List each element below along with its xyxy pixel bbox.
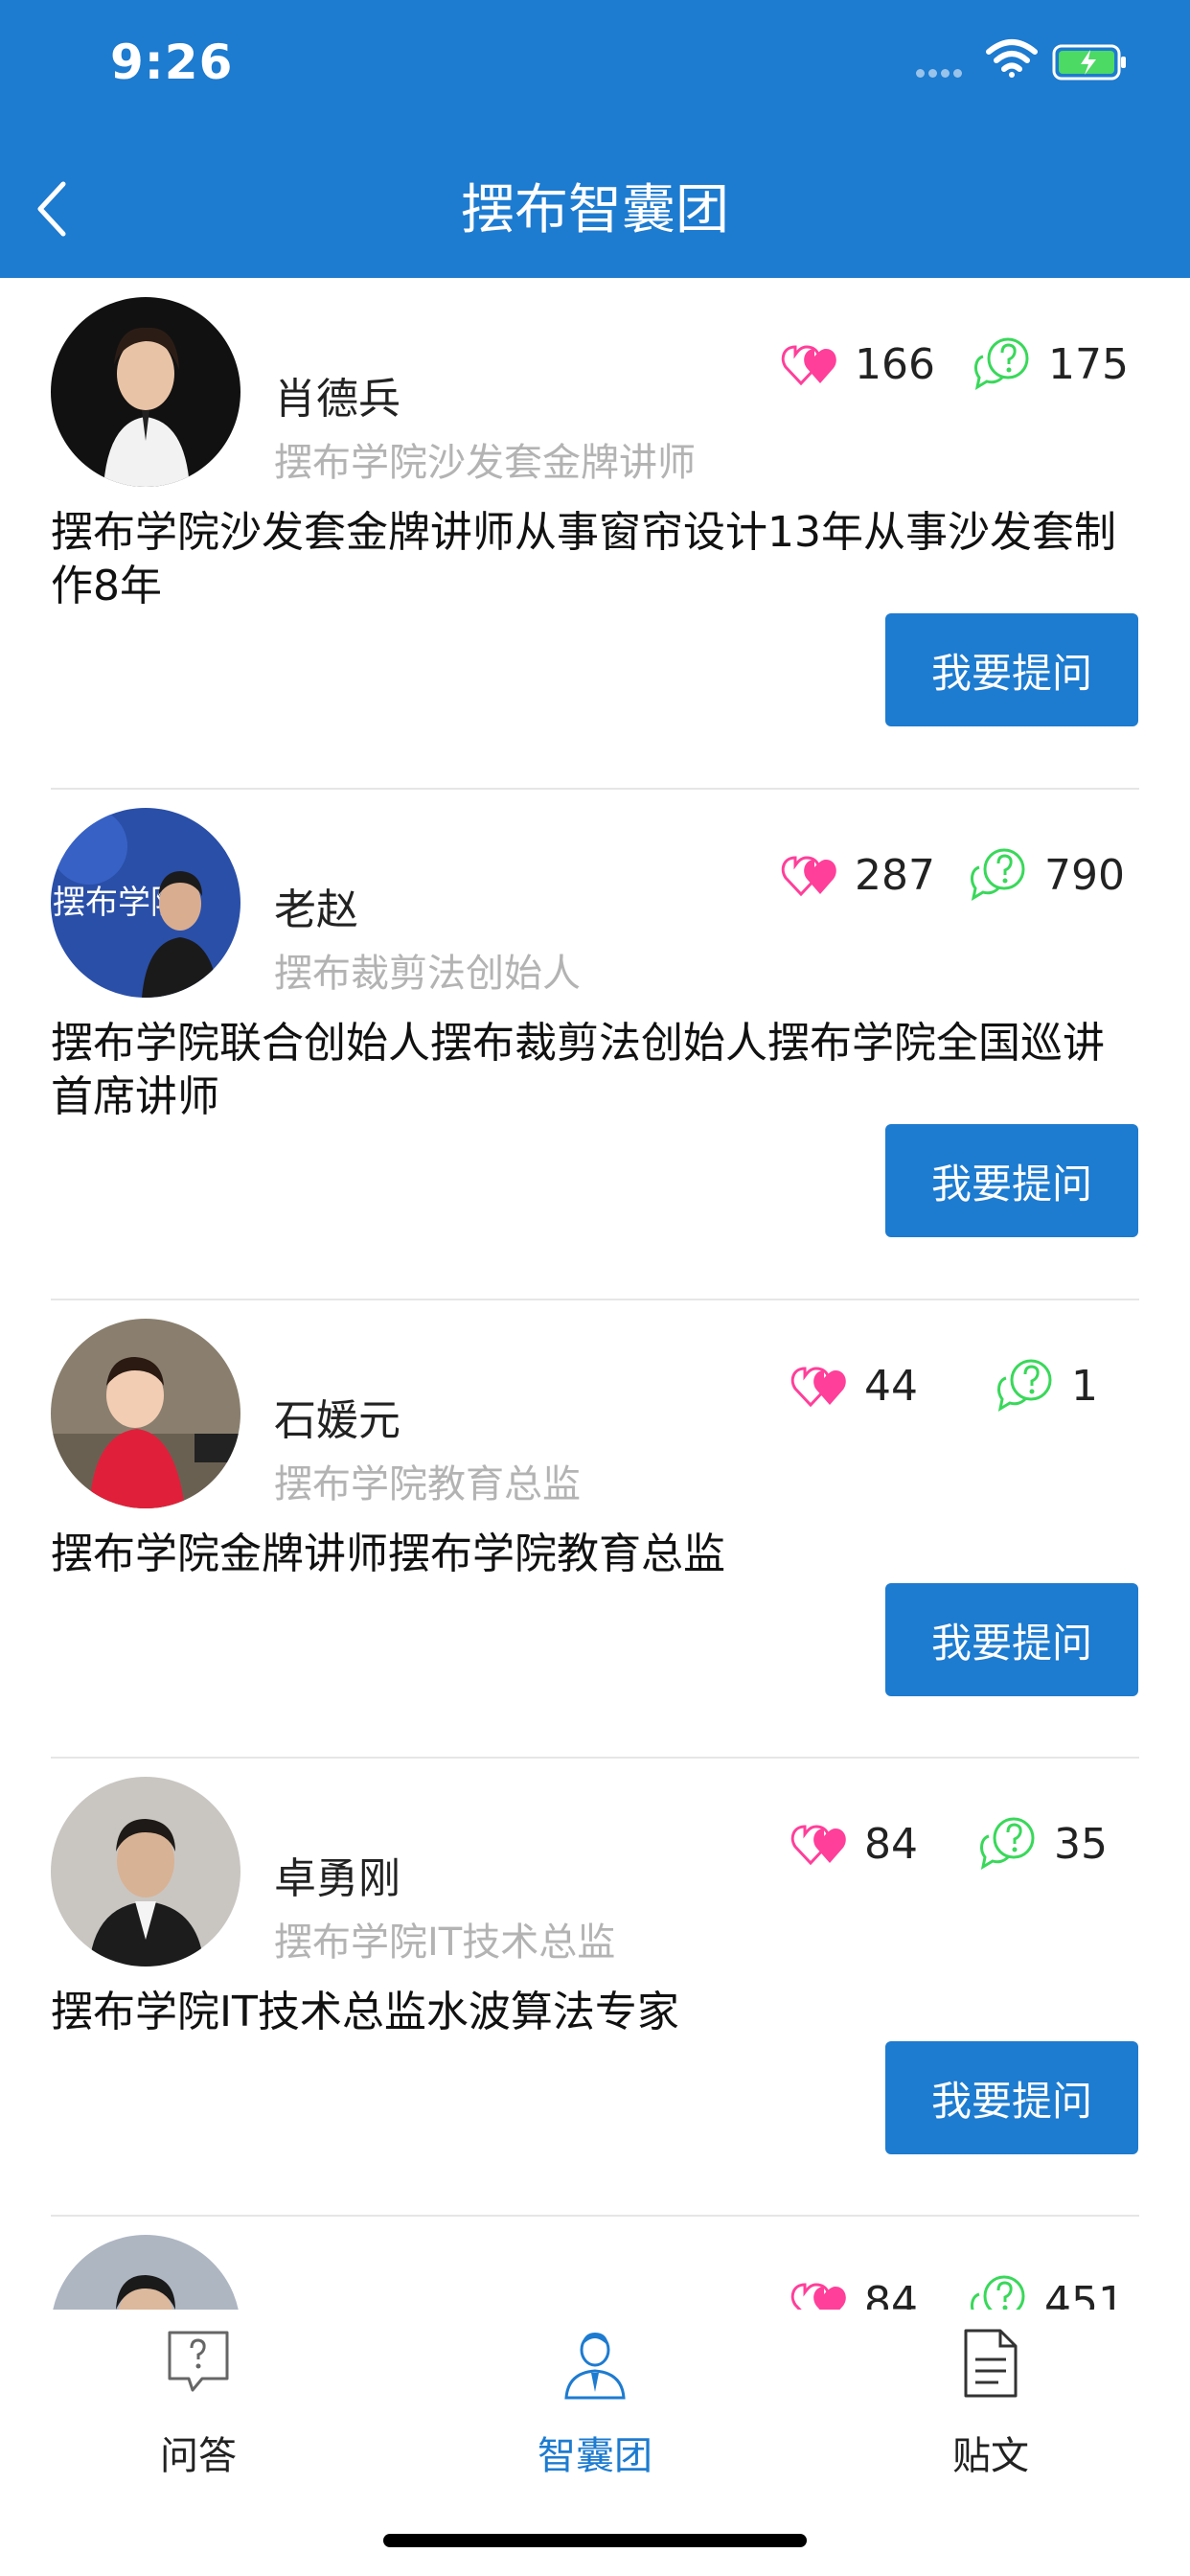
- question-bubble-icon: [971, 2275, 1025, 2310]
- answers-count: 790: [1044, 850, 1125, 900]
- likes-count: 44: [864, 1361, 918, 1411]
- home-indicator: [383, 2534, 807, 2547]
- answers-stat[interactable]: 35: [975, 1815, 1108, 1873]
- tab-think-tank[interactable]: 智囊团: [480, 2310, 710, 2480]
- question-bubble-icon: [974, 337, 1029, 391]
- likes-stat[interactable]: 84: [786, 2273, 918, 2310]
- likes-count: 287: [855, 850, 935, 900]
- expert-card: 肖德兵 摆布学院沙发套金牌讲师 166 175 摆布学院沙发套金牌讲师从事窗帘设…: [0, 278, 1190, 790]
- avatar: [51, 2235, 240, 2310]
- answers-stat[interactable]: 1: [993, 1357, 1098, 1414]
- tab-label: 智囊团: [538, 2434, 652, 2478]
- answers-count: 175: [1048, 339, 1129, 389]
- heart-icon: [790, 2283, 846, 2310]
- wifi-icon: [986, 39, 1038, 78]
- answers-count: 451: [1044, 2277, 1125, 2311]
- tab-label: 贴文: [952, 2434, 1029, 2478]
- ask-question-button[interactable]: 我要提问: [885, 1124, 1138, 1237]
- answers-count: 35: [1054, 1819, 1108, 1869]
- heart-icon: [781, 345, 836, 386]
- expert-subtitle: 摆布学院沙发套金牌讲师: [274, 441, 696, 485]
- answers-stat[interactable]: 175: [970, 335, 1129, 393]
- expert-description: 摆布学院沙发套金牌讲师从事窗帘设计13年从事沙发套制作8年: [51, 508, 1116, 610]
- expert-subtitle: 摆布学院IT技术总监: [274, 1920, 616, 1965]
- ask-question-button[interactable]: 我要提问: [885, 2041, 1138, 2154]
- expert-card: 杨程 84 451: [0, 2216, 1190, 2310]
- status-time: 9:26: [110, 34, 234, 90]
- expert-card: 卓勇刚 摆布学院IT技术总监 84 35 摆布学院IT技术总监水波算法专家 我要…: [0, 1758, 1190, 2217]
- expert-name: 杨程: [274, 2302, 358, 2310]
- expert-name: 石媛元: [274, 1396, 400, 1445]
- likes-count: 84: [864, 1819, 918, 1869]
- expert-subtitle: 摆布裁剪法创始人: [274, 952, 581, 996]
- heart-icon: [781, 856, 836, 897]
- likes-stat[interactable]: 166: [776, 335, 935, 393]
- think-tank-icon: [564, 2333, 626, 2400]
- answers-count: 1: [1071, 1361, 1098, 1411]
- nav-header: 9:26 摆布智囊团: [0, 0, 1190, 278]
- avatar: 摆布学院: [51, 808, 240, 998]
- likes-stat[interactable]: 44: [786, 1357, 918, 1414]
- answers-stat[interactable]: 790: [966, 846, 1125, 904]
- answers-stat[interactable]: 451: [966, 2273, 1125, 2310]
- heart-icon: [790, 1367, 846, 1408]
- tab-post[interactable]: 贴文: [876, 2310, 1106, 2480]
- expert-name: 老赵: [274, 886, 358, 934]
- battery-icon: [1052, 44, 1126, 80]
- expert-list[interactable]: 肖德兵 摆布学院沙发套金牌讲师 166 175 摆布学院沙发套金牌讲师从事窗帘设…: [0, 278, 1190, 2310]
- likes-count: 166: [855, 339, 935, 389]
- question-bubble-icon: [971, 848, 1025, 902]
- expert-name: 肖德兵: [274, 375, 400, 424]
- expert-card: 石媛元 摆布学院教育总监 44 1 摆布学院金牌讲师摆布学院教育总监 我要提问: [0, 1300, 1190, 1759]
- question-bubble-icon: [997, 1359, 1052, 1413]
- likes-count: 84: [864, 2277, 918, 2311]
- question-bubble-icon: [980, 1817, 1035, 1871]
- ask-question-button[interactable]: 我要提问: [885, 1583, 1138, 1696]
- avatar: [51, 1319, 240, 1508]
- avatar: [51, 297, 240, 487]
- expert-card: 摆布学院 老赵 摆布裁剪法创始人 287 790 摆布学院联合创始人摆布裁剪法创…: [0, 789, 1190, 1300]
- expert-description: 摆布学院IT技术总监水波算法专家: [51, 1988, 679, 2036]
- likes-stat[interactable]: 84: [786, 1815, 918, 1873]
- likes-stat[interactable]: 287: [776, 846, 935, 904]
- expert-description: 摆布学院联合创始人摆布裁剪法创始人摆布学院全国巡讲首席讲师: [51, 1019, 1105, 1121]
- expert-subtitle: 摆布学院教育总监: [274, 1462, 581, 1506]
- post-icon: [964, 2329, 1018, 2398]
- heart-icon: [790, 1825, 846, 1866]
- page-title: 摆布智囊团: [461, 179, 729, 242]
- ask-question-button[interactable]: 我要提问: [885, 613, 1138, 726]
- avatar: [51, 1777, 240, 1966]
- expert-name: 卓勇刚: [274, 1854, 400, 1903]
- tab-label: 问答: [160, 2434, 237, 2478]
- signal-dots-icon: [916, 63, 973, 78]
- qa-icon: [168, 2331, 229, 2392]
- expert-description: 摆布学院金牌讲师摆布学院教育总监: [51, 1530, 725, 1578]
- tab-qa[interactable]: 问答: [83, 2310, 313, 2480]
